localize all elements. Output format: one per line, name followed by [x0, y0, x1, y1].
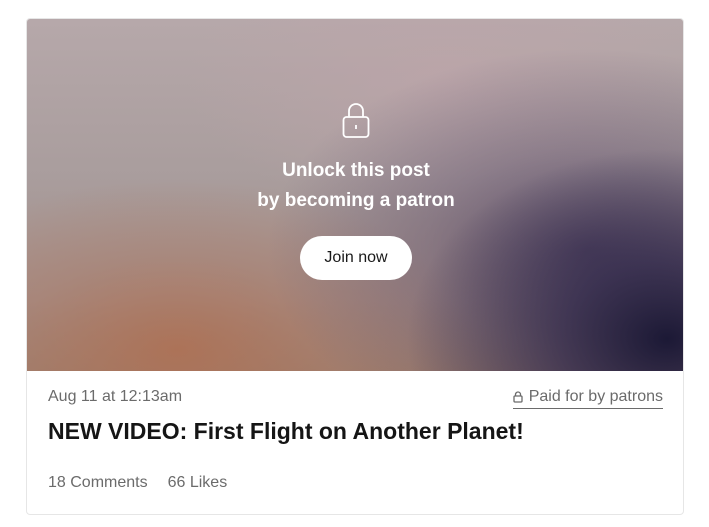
paid-for-by-patrons-link[interactable]: Paid for by patrons [512, 388, 663, 409]
lock-icon [342, 103, 370, 138]
post-card: Unlock this post by becoming a patron Jo… [26, 18, 684, 515]
unlock-heading: Unlock this post [282, 160, 430, 181]
post-title[interactable]: NEW VIDEO: First Flight on Another Plane… [48, 418, 524, 445]
post-stats: 18 Comments 66 Likes [48, 474, 227, 492]
lock-icon [513, 391, 523, 403]
unlock-subheading: by becoming a patron [257, 190, 455, 211]
paid-label: Paid for by patrons [528, 388, 663, 405]
post-date: Aug 11 at 12:13am [48, 388, 183, 405]
likes-link[interactable]: 66 Likes [168, 474, 228, 492]
locked-post-preview: Unlock this post by becoming a patron Jo… [27, 19, 683, 371]
join-now-button[interactable]: Join now [300, 236, 412, 280]
comments-link[interactable]: 18 Comments [48, 474, 148, 492]
